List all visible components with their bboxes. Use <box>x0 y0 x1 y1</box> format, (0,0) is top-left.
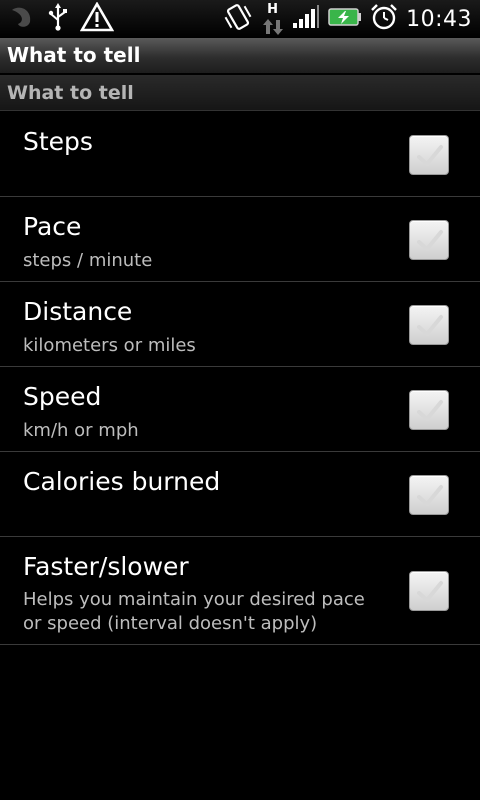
check-icon <box>417 400 443 421</box>
pref-speed[interactable]: Speed km/h or mph <box>0 367 480 452</box>
check-icon <box>417 315 443 336</box>
check-icon <box>417 581 443 602</box>
signal-icon <box>292 5 320 33</box>
pref-summary: km/h or mph <box>23 420 139 441</box>
alarm-icon <box>370 3 398 35</box>
network-type-label: H <box>267 2 278 17</box>
distance-checkbox[interactable] <box>409 305 449 345</box>
pref-title: Speed <box>23 382 102 411</box>
vibrate-icon <box>222 2 254 36</box>
pref-steps[interactable]: Steps <box>0 112 480 197</box>
check-icon <box>417 230 443 251</box>
app-icon <box>6 2 36 36</box>
pref-summary: kilometers or miles <box>23 335 196 356</box>
pref-pace[interactable]: Pace steps / minute <box>0 197 480 282</box>
warning-icon <box>79 1 115 36</box>
clock-time: 10:43 <box>406 6 472 32</box>
pref-summary: steps / minute <box>23 250 153 271</box>
pref-distance[interactable]: Distance kilometers or miles <box>0 282 480 367</box>
check-icon <box>417 485 443 506</box>
pref-summary: Helps you maintain your desired pace or … <box>23 589 365 634</box>
steps-checkbox[interactable] <box>409 135 449 175</box>
screen-title: What to tell <box>7 43 141 67</box>
pref-faster-slower[interactable]: Faster/slower Helps you maintain your de… <box>0 537 480 645</box>
status-bar: H 10:43 <box>0 0 480 38</box>
pace-checkbox[interactable] <box>409 220 449 260</box>
category-label: What to tell <box>7 82 134 104</box>
data-transfer-icon: H <box>262 2 284 36</box>
preference-list: Steps Pace steps / minute Distance kilom… <box>0 112 480 645</box>
speed-checkbox[interactable] <box>409 390 449 430</box>
pref-title: Distance <box>23 297 133 326</box>
pref-title: Faster/slower <box>23 552 189 581</box>
check-icon <box>417 145 443 166</box>
usb-icon <box>46 2 70 36</box>
calories-checkbox[interactable] <box>409 475 449 515</box>
preference-category-header: What to tell <box>0 75 480 111</box>
pref-title: Steps <box>23 127 93 156</box>
title-bar: What to tell <box>0 38 480 74</box>
faster-slower-checkbox[interactable] <box>409 571 449 611</box>
pref-title: Calories burned <box>23 467 221 496</box>
pref-title: Pace <box>23 212 82 241</box>
battery-charging-icon <box>328 7 362 31</box>
pref-calories[interactable]: Calories burned <box>0 452 480 537</box>
